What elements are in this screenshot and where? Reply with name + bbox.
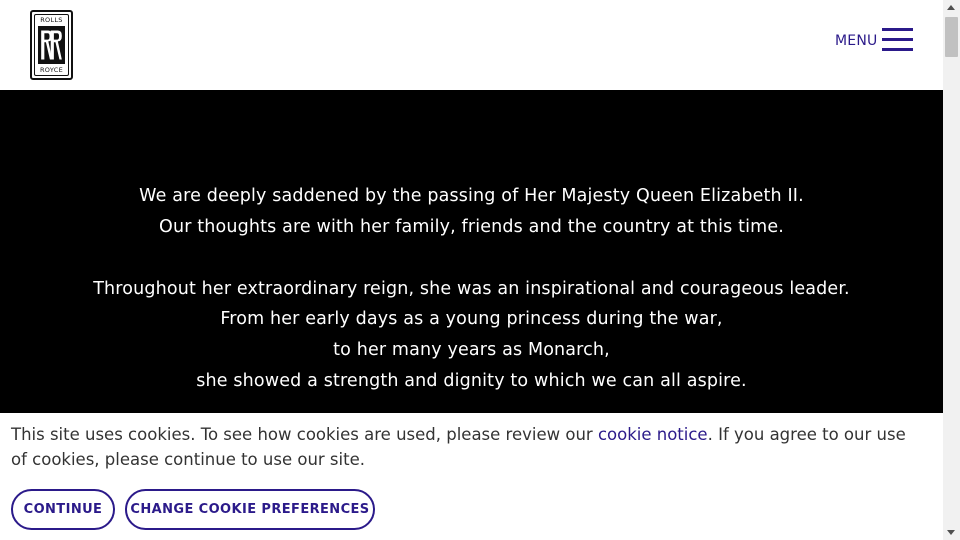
hamburger-icon[interactable] (882, 28, 913, 52)
cookie-banner: This site uses cookies. To see how cooki… (0, 413, 943, 540)
cookie-notice-link[interactable]: cookie notice (598, 425, 708, 444)
tribute-line: Our thoughts are with her family, friend… (159, 217, 784, 237)
menu-label: MENU (835, 33, 878, 49)
tribute-line: to her many years as Monarch, (333, 340, 610, 360)
page: ROLLS ROYCE MENU We are deeply saddened … (0, 0, 943, 540)
hamburger-line (882, 48, 913, 51)
change-cookie-preferences-button[interactable]: CHANGE COOKIE PREFERENCES (125, 489, 375, 530)
logo-top-text: ROLLS (40, 16, 63, 24)
rr-monogram-icon (38, 26, 65, 64)
site-header: ROLLS ROYCE MENU (0, 0, 943, 90)
hamburger-line (882, 38, 913, 41)
tribute-line: Throughout her extraordinary reign, she … (93, 279, 850, 299)
logo-bottom-text: ROYCE (39, 66, 64, 74)
menu-button[interactable]: MENU (835, 26, 915, 54)
arrow-up-icon[interactable] (943, 0, 960, 17)
tribute-line: We are deeply saddened by the passing of… (139, 186, 804, 206)
tribute-banner: We are deeply saddened by the passing of… (0, 90, 943, 413)
cookie-text-start: This site uses cookies. To see how cooki… (11, 425, 598, 444)
cookie-message: This site uses cookies. To see how cooki… (11, 422, 911, 472)
scrollbar-thumb[interactable] (945, 17, 958, 57)
logo-frame: ROLLS ROYCE (34, 14, 69, 76)
hamburger-line (882, 28, 913, 31)
tribute-line: From her early days as a young princess … (220, 309, 723, 329)
continue-button[interactable]: CONTINUE (11, 489, 115, 530)
tribute-line: she showed a strength and dignity to whi… (196, 371, 747, 391)
rolls-royce-logo[interactable]: ROLLS ROYCE (30, 10, 73, 80)
vertical-scrollbar[interactable] (943, 0, 960, 540)
arrow-down-icon[interactable] (943, 523, 960, 540)
